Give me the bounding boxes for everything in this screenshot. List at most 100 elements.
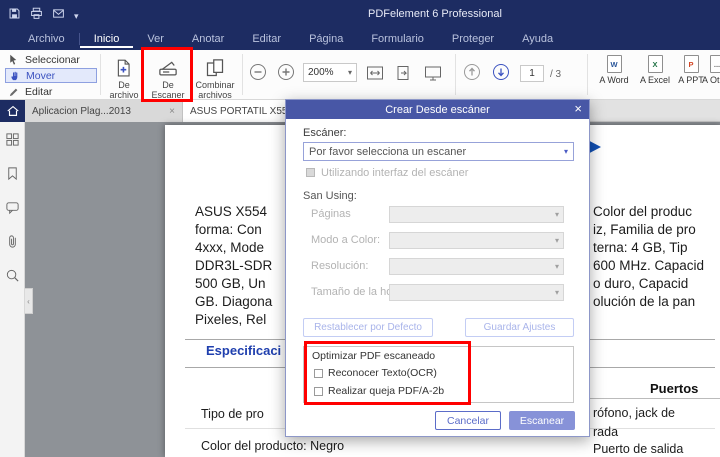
document-text-line: Pixeles, Rel [195, 312, 267, 327]
scan-button[interactable]: Escanear [509, 411, 575, 430]
ports-heading: Puertos [650, 381, 699, 396]
home-icon [6, 105, 19, 116]
pages-select: ▾ [389, 206, 564, 223]
chevron-down-icon: ▾ [554, 288, 559, 297]
toolbar-divider [242, 54, 243, 95]
menu-inicio[interactable]: Inicio [79, 30, 134, 48]
chevron-down-icon: ▾ [554, 236, 559, 245]
scanner-select[interactable]: Por favor selecciona un escaner ▾ [303, 142, 574, 161]
menu-pagina[interactable]: Página [295, 30, 357, 48]
edit-tool-button[interactable]: Editar [5, 84, 97, 99]
thumbnails-icon[interactable] [5, 132, 20, 147]
document-text-line: ASUS X554 [195, 204, 268, 219]
bookmarks-icon[interactable] [5, 166, 20, 181]
from-file-label: De archivo [109, 80, 139, 100]
app-window: ▾ PDFelement 6 Professional Archivo Inic… [0, 0, 720, 457]
page-plus-icon [104, 52, 144, 78]
paper-size-select: ▾ [389, 284, 564, 301]
table-border [585, 398, 720, 399]
scanner-select-value: Por favor selecciona un escaner [309, 145, 467, 158]
toolbar-divider [587, 54, 588, 95]
pdfa-checkbox[interactable] [314, 387, 323, 396]
left-sidebar [0, 122, 25, 457]
document-text-line: 600 MHz. Capacid [593, 258, 705, 273]
toolbar-divider [100, 54, 101, 95]
hand-icon [11, 71, 18, 80]
reset-defaults-button[interactable]: Restablecer por Defecto [303, 318, 433, 337]
document-text-line: Color del produc [593, 204, 693, 219]
page-total-label: / 3 [550, 69, 562, 80]
close-icon[interactable]: × [574, 101, 582, 116]
home-panel-button[interactable] [0, 100, 25, 122]
document-text-line: 4xxx, Mode [195, 240, 265, 255]
toolbar-divider [455, 54, 456, 95]
print-icon[interactable] [30, 7, 43, 25]
menu-anotar[interactable]: Anotar [178, 30, 238, 48]
chevron-left-icon: ‹ [27, 296, 30, 306]
menu-proteger[interactable]: Proteger [438, 30, 508, 48]
optimize-group-label: Optimizar PDF escaneado [312, 350, 436, 362]
close-icon[interactable]: × [163, 106, 175, 117]
save-settings-button[interactable]: Guardar Ajustes [465, 318, 574, 337]
document-text-line: 500 GB, Un [195, 276, 266, 291]
previous-page-button[interactable] [463, 63, 481, 81]
presentation-button[interactable] [424, 64, 442, 82]
tab-1-label: Aplicacion Plag...2013 [32, 105, 131, 117]
titlebar: ▾ PDFelement 6 Professional [0, 0, 720, 28]
chevron-down-icon: ▾ [347, 68, 352, 77]
menu-archivo[interactable]: Archivo [14, 30, 79, 48]
document-text-line: DDR3L-SDR [195, 258, 273, 273]
pdfa-checkbox-label: Realizar queja PDF/A-2b [328, 385, 445, 397]
quick-access-toolbar: ▾ [8, 7, 79, 25]
move-tool-label: Mover [26, 69, 56, 82]
zoom-in-button[interactable] [277, 63, 295, 81]
resolution-select: ▾ [389, 258, 564, 275]
menu-editar[interactable]: Editar [238, 30, 295, 48]
dialog-titlebar[interactable]: Crear Desde escáner × [286, 100, 589, 119]
document-text-line: terna: 4 GB, Tip [593, 240, 688, 255]
next-page-button[interactable] [492, 63, 510, 81]
ocr-checkbox[interactable] [314, 369, 323, 378]
save-icon[interactable] [8, 7, 21, 25]
comments-icon[interactable] [5, 200, 20, 215]
convert-to-word-label: A Word [599, 75, 629, 85]
page-number-input[interactable] [520, 65, 544, 82]
sidebar-collapse-handle[interactable]: ‹ [25, 288, 33, 314]
tab-2-label: ASUS PORTATIL X55... [190, 105, 296, 117]
document-tab-1[interactable]: Aplicacion Plag...2013 × [25, 100, 183, 122]
move-tool-button[interactable]: Mover [5, 68, 97, 83]
pages-field-label: Páginas [311, 208, 351, 220]
color-mode-select: ▾ [389, 232, 564, 249]
document-text-line: GB. Diagona [195, 294, 273, 309]
chevron-down-icon: ▾ [554, 210, 559, 219]
convert-to-word-button[interactable]: W A Word [596, 55, 632, 85]
search-icon[interactable] [5, 268, 20, 283]
convert-to-others-button[interactable]: ... A Otros [700, 55, 720, 85]
zoom-out-button[interactable] [249, 63, 267, 81]
menu-ayuda[interactable]: Ayuda [508, 30, 567, 48]
zoom-level-dropdown[interactable]: 200% ▾ [303, 63, 357, 82]
cancel-button[interactable]: Cancelar [435, 411, 501, 430]
combine-files-button[interactable]: Combinar archivos [192, 52, 238, 100]
word-letter: W [610, 59, 618, 69]
combine-pages-icon [192, 52, 238, 78]
scanner-field-label: Escáner: [303, 127, 347, 139]
from-scanner-button[interactable]: De Escaner [147, 52, 189, 100]
attachments-icon[interactable] [5, 234, 20, 249]
select-tool-button[interactable]: Seleccionar [5, 52, 97, 67]
convert-to-excel-button[interactable]: X A Excel [636, 55, 674, 85]
customize-toolbar-icon[interactable]: ▾ [74, 11, 79, 22]
excel-letter: X [652, 59, 658, 69]
from-file-button[interactable]: De archivo [104, 52, 144, 100]
menu-formulario[interactable]: Formulario [357, 30, 438, 48]
rotate-page-button[interactable] [394, 64, 412, 82]
chevron-down-icon: ▾ [554, 262, 559, 271]
fit-width-button[interactable] [366, 64, 384, 82]
mail-icon[interactable] [52, 7, 65, 25]
document-text-line: olución de la pan [593, 294, 696, 309]
document-text-line: Puerto de salida [593, 442, 684, 456]
document-text-line: o duro, Capacid [593, 276, 689, 291]
document-text-line: forma: Con [195, 222, 262, 237]
menu-ver[interactable]: Ver [133, 30, 178, 48]
use-interface-label: Utilizando interfaz del escáner [321, 167, 469, 179]
